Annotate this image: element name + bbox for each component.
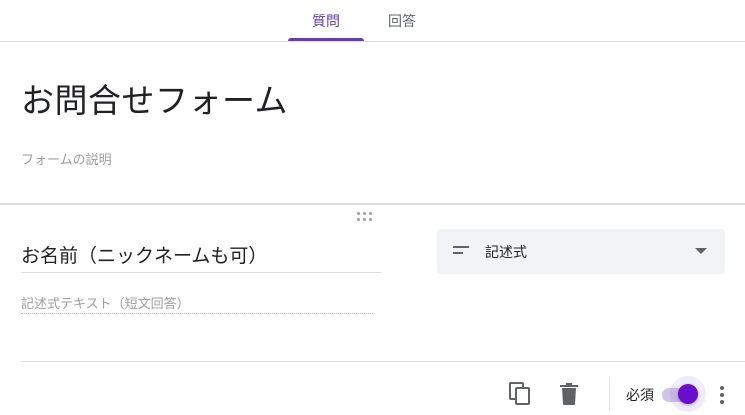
drag-handle-icon[interactable]: [355, 211, 375, 223]
form-description-field[interactable]: フォームの説明: [21, 149, 112, 168]
required-label: 必須: [626, 388, 654, 404]
question-type-label: 記述式: [485, 245, 527, 261]
answer-placeholder: 記述式テキスト（短文回答）: [21, 293, 373, 314]
copy-icon: [509, 382, 530, 405]
dropdown-arrow-icon: [695, 248, 707, 254]
form-title[interactable]: お問合せフォーム: [21, 74, 288, 122]
question-footer-divider: [21, 361, 745, 362]
tab-responses[interactable]: 回答: [364, 0, 440, 41]
active-tab-indicator: [288, 38, 364, 41]
short-answer-icon: [453, 245, 471, 257]
form-header-card: お問合せフォーム フォームの説明: [0, 42, 745, 203]
tab-questions-label: 質問: [312, 13, 340, 30]
delete-button[interactable]: [551, 376, 587, 412]
question-type-select[interactable]: 記述式: [437, 229, 725, 274]
duplicate-button[interactable]: [502, 376, 538, 412]
required-toggle[interactable]: [660, 376, 706, 412]
trash-icon: [560, 383, 578, 405]
tab-responses-label: 回答: [388, 13, 416, 30]
tab-bar: 質問 回答: [0, 0, 745, 42]
question-title-input[interactable]: お名前（ニックネームも可）: [21, 242, 381, 273]
footer-separator: [609, 377, 610, 411]
toggle-thumb: [678, 384, 698, 404]
tab-questions[interactable]: 質問: [288, 0, 364, 41]
more-options-button[interactable]: [712, 381, 732, 409]
question-card[interactable]: お名前（ニックネームも可） 記述式 記述式テキスト（短文回答） 必須: [0, 205, 745, 415]
